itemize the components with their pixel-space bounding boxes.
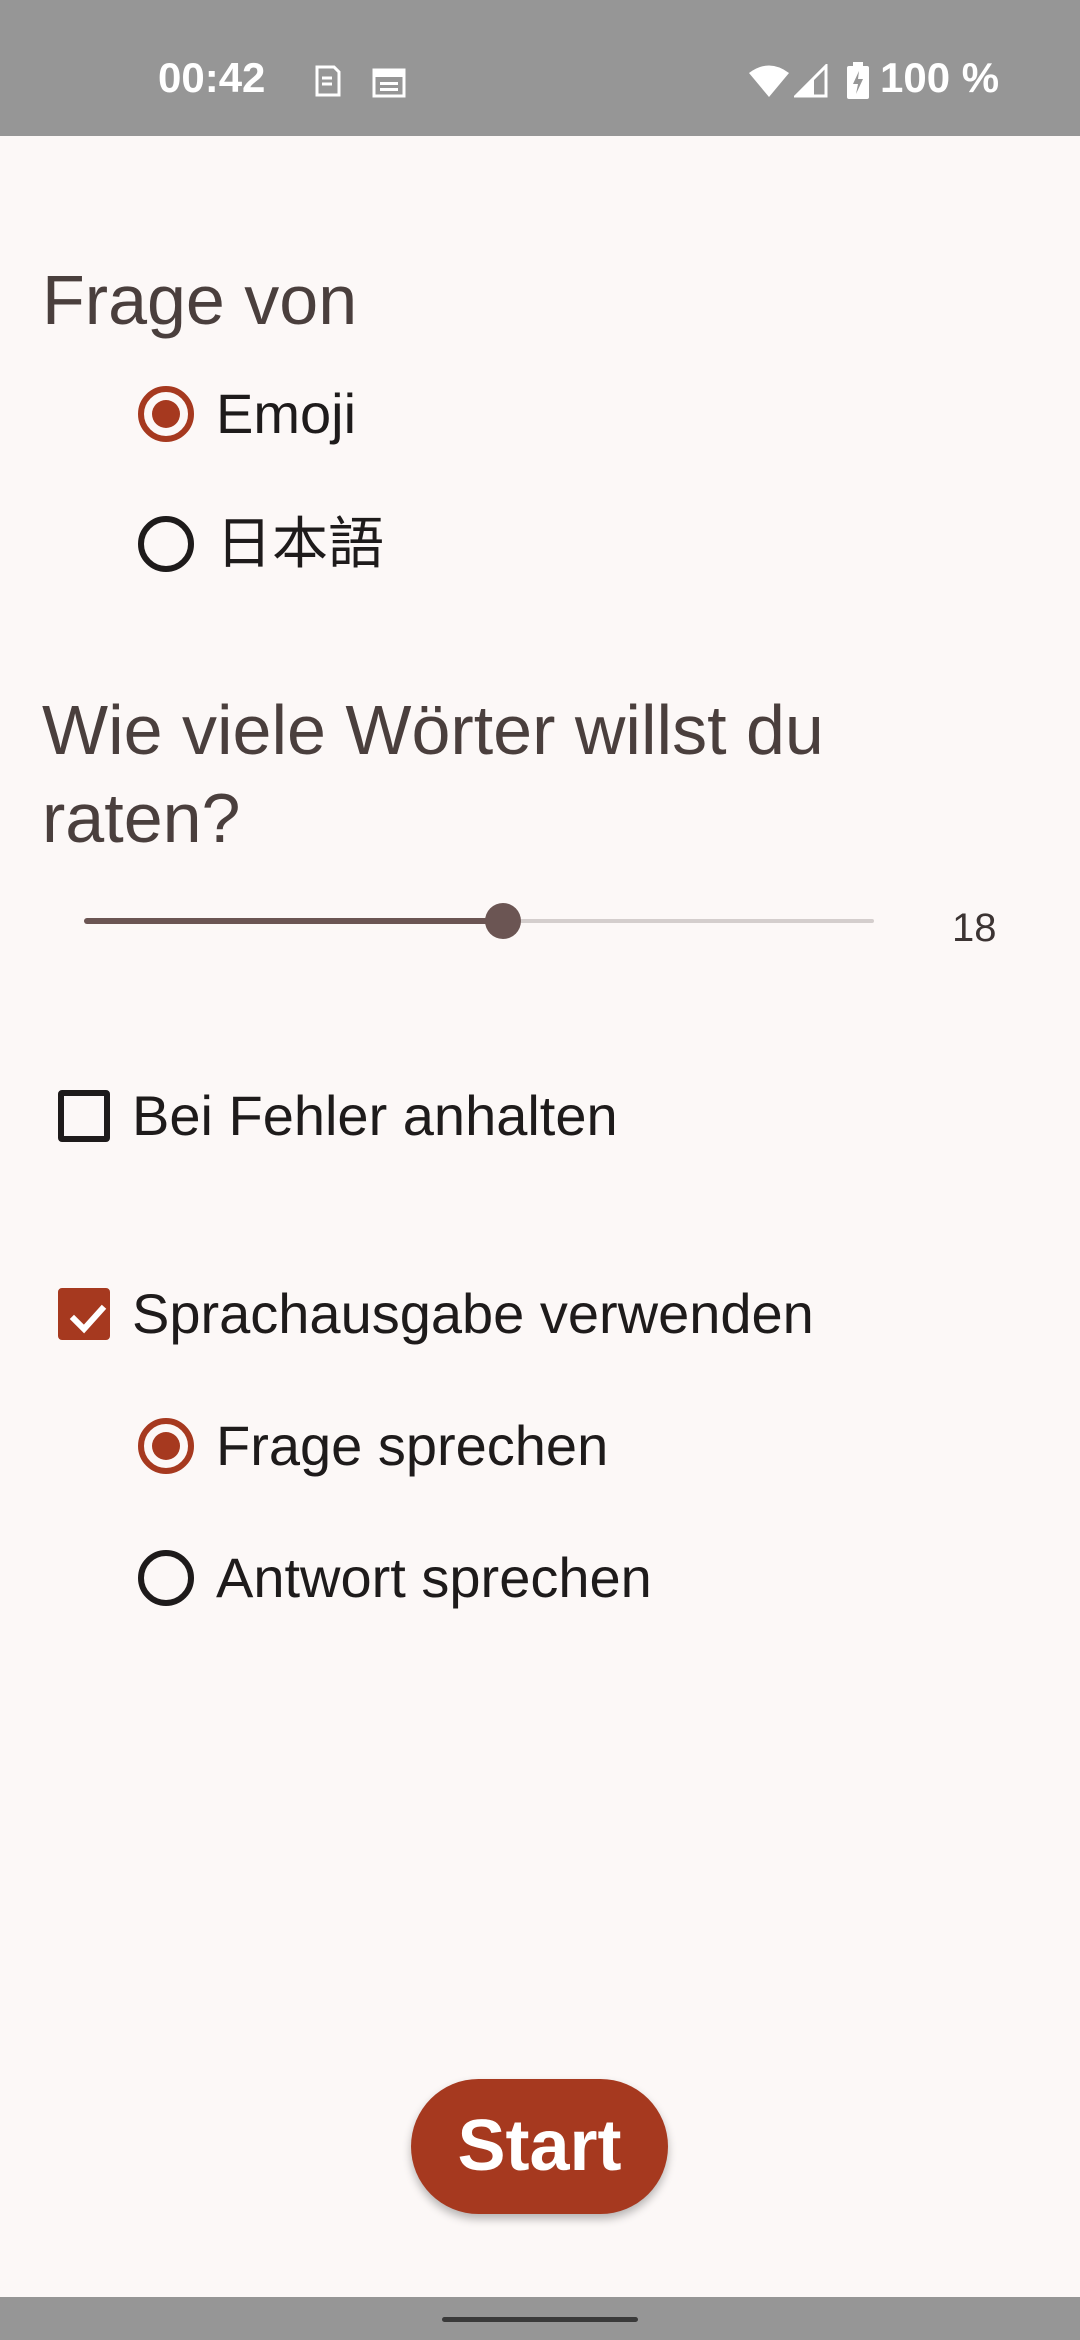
radio-label-speak-question: Frage sprechen	[216, 1414, 609, 1477]
radio-button-japanese[interactable]	[138, 516, 194, 572]
radio-option-japanese[interactable]: 日本語	[138, 504, 384, 584]
radio-label-japanese: 日本語	[216, 512, 384, 575]
battery-charging-icon	[846, 62, 870, 105]
slider-thumb[interactable]	[485, 903, 521, 939]
slider-value: 18	[952, 906, 997, 950]
battery-percentage: 100 %	[880, 54, 1000, 101]
check-icon	[69, 1304, 107, 1334]
status-time: 00:42	[158, 54, 266, 101]
radio-option-emoji[interactable]: Emoji	[138, 374, 356, 454]
app-screen: 00:42 100 % Frage von Emoji 日本語 Wie viel…	[0, 0, 1080, 2340]
stop-on-error-checkbox[interactable]	[58, 1090, 110, 1142]
start-button[interactable]: Start	[411, 2079, 668, 2214]
radio-label-speak-answer: Antwort sprechen	[216, 1546, 652, 1609]
status-bar: 00:42 100 %	[0, 0, 1080, 136]
radio-option-speak-question[interactable]: Frage sprechen	[138, 1406, 608, 1486]
word-count-heading-line1: Wie viele Wörter willst du	[42, 691, 824, 769]
sim-icon	[312, 64, 342, 103]
navigation-bar	[0, 2297, 1080, 2340]
speech-output-label: Sprachausgabe verwenden	[132, 1282, 814, 1345]
radio-label-emoji: Emoji	[216, 382, 357, 445]
speech-output-option[interactable]: Sprachausgabe verwenden	[58, 1274, 814, 1354]
wifi-icon	[748, 64, 790, 103]
calendar-icon	[372, 66, 406, 103]
gesture-handle[interactable]	[442, 2317, 638, 2322]
stop-on-error-option[interactable]: Bei Fehler anhalten	[58, 1076, 618, 1156]
word-count-heading: Wie viele Wörter willst du raten?	[42, 686, 824, 862]
slider-active-track	[84, 918, 503, 924]
word-count-heading-line2: raten?	[42, 779, 241, 857]
radio-button-emoji[interactable]	[138, 386, 194, 442]
word-count-slider[interactable]	[84, 896, 874, 946]
radio-button-speak-question[interactable]	[138, 1418, 194, 1474]
radio-option-speak-answer[interactable]: Antwort sprechen	[138, 1538, 652, 1618]
radio-button-speak-answer[interactable]	[138, 1550, 194, 1606]
speech-output-checkbox[interactable]	[58, 1288, 110, 1340]
stop-on-error-label: Bei Fehler anhalten	[132, 1084, 618, 1147]
signal-icon	[792, 62, 828, 103]
question-source-heading: Frage von	[42, 261, 358, 339]
